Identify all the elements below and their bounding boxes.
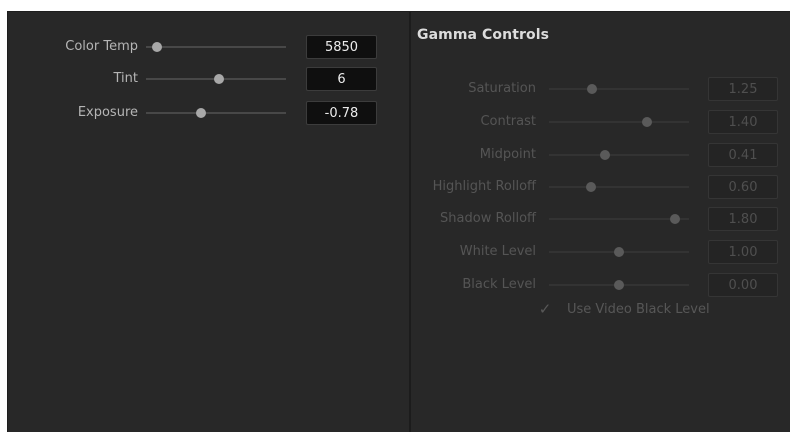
midpoint-label: Midpoint — [479, 147, 536, 162]
highlight-rolloff-field[interactable]: 0.60 — [708, 175, 778, 199]
saturation-slider[interactable] — [549, 84, 689, 94]
midpoint-slider-knob[interactable] — [600, 150, 610, 160]
color-temp-slider[interactable] — [146, 42, 286, 52]
saturation-row: Saturation 1.25 — [0, 77, 798, 101]
highlight-rolloff-label: Highlight Rolloff — [432, 179, 536, 194]
black-level-field[interactable]: 0.00 — [708, 273, 778, 297]
black-level-label: Black Level — [462, 277, 536, 292]
shadow-rolloff-slider-knob[interactable] — [670, 214, 680, 224]
midpoint-slider[interactable] — [549, 150, 689, 160]
midpoint-field[interactable]: 0.41 — [708, 143, 778, 167]
white-level-slider-knob[interactable] — [614, 247, 624, 257]
highlight-rolloff-slider-knob[interactable] — [586, 182, 596, 192]
shadow-rolloff-field[interactable]: 1.80 — [708, 207, 778, 231]
contrast-label: Contrast — [480, 114, 536, 129]
saturation-field[interactable]: 1.25 — [708, 77, 778, 101]
black-level-slider[interactable] — [549, 280, 689, 290]
use-video-black-level-label: Use Video Black Level — [567, 302, 710, 317]
gamma-controls-title: Gamma Controls — [417, 27, 550, 43]
saturation-label: Saturation — [468, 81, 536, 96]
shadow-rolloff-row: Shadow Rolloff 1.80 — [0, 207, 798, 231]
color-temp-label: Color Temp — [65, 39, 138, 54]
color-temp-slider-knob[interactable] — [152, 42, 163, 52]
white-level-row: White Level 1.00 — [0, 240, 798, 264]
checkmark-icon[interactable]: ✓ — [537, 301, 553, 317]
white-level-label: White Level — [459, 244, 536, 259]
black-level-slider-knob[interactable] — [614, 280, 624, 290]
color-temp-field[interactable]: 5850 — [306, 35, 377, 59]
shadow-rolloff-label: Shadow Rolloff — [440, 211, 536, 226]
contrast-row: Contrast 1.40 — [0, 110, 798, 134]
contrast-slider-knob[interactable] — [642, 117, 652, 127]
black-level-row: Black Level 0.00 — [0, 273, 798, 297]
midpoint-row: Midpoint 0.41 — [0, 143, 798, 167]
white-level-slider[interactable] — [549, 247, 689, 257]
saturation-slider-knob[interactable] — [587, 84, 598, 94]
white-level-field[interactable]: 1.00 — [708, 240, 778, 264]
shadow-rolloff-slider[interactable] — [549, 214, 689, 224]
contrast-field[interactable]: 1.40 — [708, 110, 778, 134]
highlight-rolloff-slider[interactable] — [549, 182, 689, 192]
contrast-slider[interactable] — [549, 117, 689, 127]
highlight-rolloff-row: Highlight Rolloff 0.60 — [0, 175, 798, 199]
color-temp-row: Color Temp 5850 — [0, 35, 400, 59]
